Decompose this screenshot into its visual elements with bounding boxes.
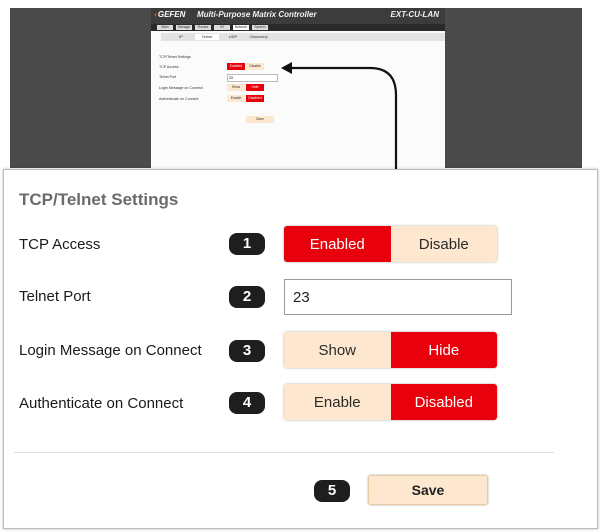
thumb-nav-main[interactable]: Main <box>157 25 173 30</box>
thumb-nav-routes[interactable]: Routes <box>195 25 211 30</box>
thumb-login-hide-button[interactable]: Hide <box>246 84 264 91</box>
thumbnail-main-nav: Main Manage Routes I/O Network System <box>151 24 445 31</box>
thumb-subtab-ip[interactable]: IP <box>169 34 193 40</box>
callout-marker-2: 2 <box>229 286 265 308</box>
tcp-access-label: TCP Access <box>19 236 101 253</box>
thumb-subtab-telnet[interactable]: Telnet <box>195 34 219 40</box>
web-ui-thumbnail: ◖GEFEN Multi-Purpose Matrix Controller E… <box>151 8 445 168</box>
tcp-telnet-settings-panel: TCP/Telnet Settings TCP Access 1 Enabled… <box>3 169 598 529</box>
thumb-nav-io[interactable]: I/O <box>214 25 230 30</box>
login-message-show-button[interactable]: Show <box>284 332 391 368</box>
thumb-label-login-message: Login Message on Connect <box>159 86 203 90</box>
thumb-label-tcp-access: TCP Access <box>159 65 179 69</box>
callout-marker-5: 5 <box>314 480 350 502</box>
login-message-hide-button[interactable]: Hide <box>390 332 497 368</box>
authenticate-toggle: Enable Disabled <box>284 384 497 420</box>
authenticate-disabled-button[interactable]: Disabled <box>390 384 497 420</box>
thumb-tcp-enabled-button[interactable]: Enabled <box>227 63 245 70</box>
thumb-label-authenticate: Authenticate on Connect <box>159 97 199 101</box>
thumb-auth-disabled-button[interactable]: Disabled <box>246 95 264 102</box>
authenticate-label: Authenticate on Connect <box>19 395 184 412</box>
thumb-save-button[interactable]: Save <box>246 116 274 123</box>
thumb-nav-manage[interactable]: Manage <box>176 25 192 30</box>
thumb-nav-network[interactable]: Network <box>233 25 249 30</box>
tcp-access-disable-button[interactable]: Disable <box>390 226 497 262</box>
callout-marker-3: 3 <box>229 340 265 362</box>
thumbnail-window-title: Multi-Purpose Matrix Controller <box>197 10 317 19</box>
thumb-subtab-udp[interactable]: UDP <box>221 34 245 40</box>
thumbnail-model: EXT-CU-LAN <box>390 10 439 19</box>
telnet-port-input[interactable] <box>284 279 512 315</box>
thumb-auth-enable-button[interactable]: Enable <box>227 95 245 102</box>
callout-marker-4: 4 <box>229 392 265 414</box>
thumb-tcp-disable-button[interactable]: Disable <box>246 63 264 70</box>
callout-marker-1: 1 <box>229 233 265 255</box>
tcp-access-enabled-button[interactable]: Enabled <box>284 226 391 262</box>
thumb-section-title: TCP/Telnet Settings <box>159 55 191 59</box>
login-message-toggle: Show Hide <box>284 332 497 368</box>
thumb-login-show-button[interactable]: Show <box>227 84 245 91</box>
thumbnail-header: ◖GEFEN Multi-Purpose Matrix Controller E… <box>151 8 445 24</box>
thumbnail-sub-nav: IP Telnet UDP Discovery <box>161 33 445 41</box>
thumb-label-telnet-port: Telnet Port <box>159 75 177 79</box>
authenticate-enable-button[interactable]: Enable <box>284 384 391 420</box>
thumb-telnet-port-input[interactable]: 23 <box>227 74 278 82</box>
panel-title: TCP/Telnet Settings <box>19 190 179 209</box>
brand-logo: ◖GEFEN <box>153 10 185 19</box>
divider <box>14 452 554 453</box>
save-button[interactable]: Save <box>368 475 488 505</box>
thumb-nav-system[interactable]: System <box>252 25 268 30</box>
login-message-label: Login Message on Connect <box>19 342 202 359</box>
brand-name: GEFEN <box>157 10 186 19</box>
tcp-access-toggle: Enabled Disable <box>284 226 497 262</box>
thumb-subtab-discovery[interactable]: Discovery <box>247 34 271 40</box>
telnet-port-label: Telnet Port <box>19 288 91 305</box>
